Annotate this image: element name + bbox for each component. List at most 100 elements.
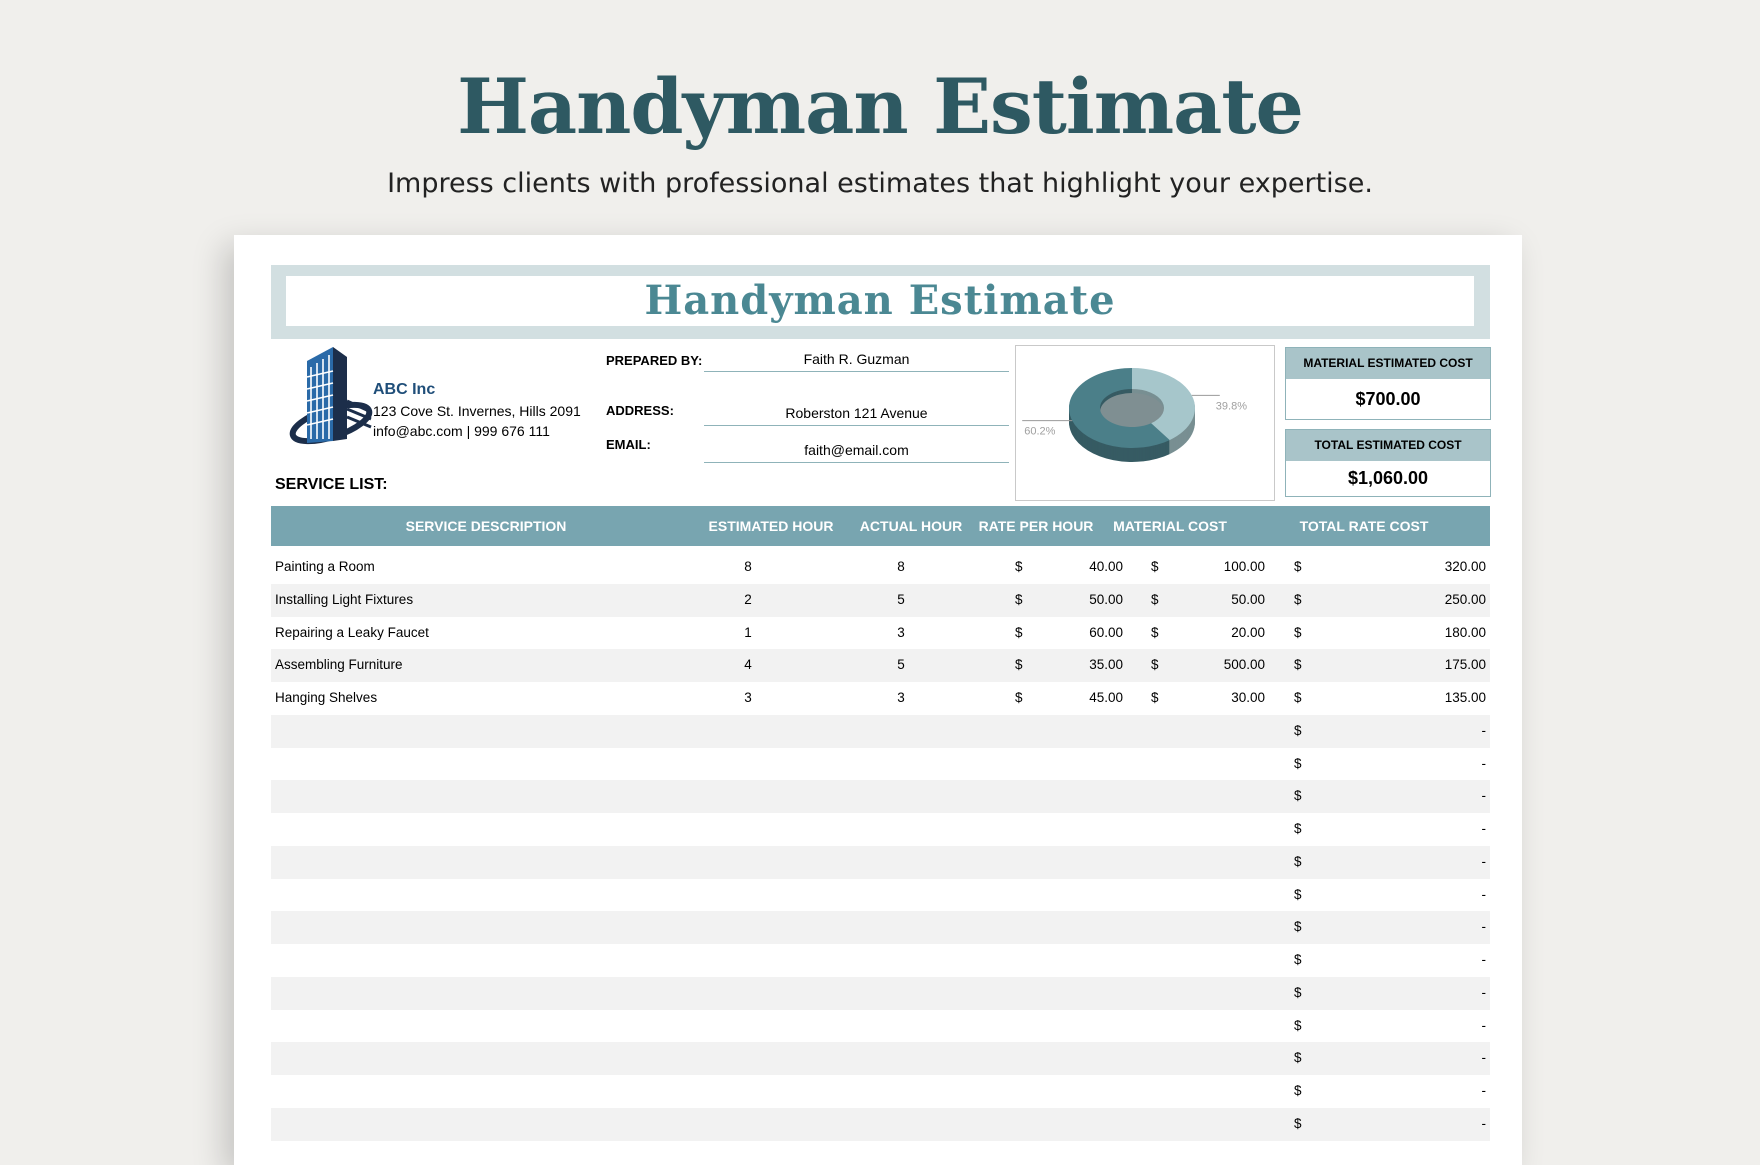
cell-total-rate-cost: - <box>1481 1115 1487 1131</box>
cell-currency: $ <box>1294 788 1302 804</box>
cell-estimated-hour: 4 <box>744 657 752 673</box>
cell-total-rate-cost: - <box>1481 984 1487 1000</box>
title-band: Handyman Estimate <box>271 265 1490 339</box>
cell-currency: $ <box>1294 591 1302 607</box>
table-row: Installing Light Fixtures 2 5 $50.00 $50.00 $… <box>271 583 1490 617</box>
slice-label: 60.2% <box>1024 426 1055 438</box>
address-field[interactable]: Roberston 121 Avenue <box>704 405 1009 426</box>
cell-total-rate-cost: 175.00 <box>1444 657 1486 673</box>
cell-total-rate-cost: - <box>1481 1050 1487 1066</box>
cell-material-cost: 100.00 <box>1223 559 1265 574</box>
cell-material-cost: 500.00 <box>1223 657 1265 673</box>
cell-currency: $ <box>1294 657 1302 673</box>
cell-actual-hour: 5 <box>897 657 905 673</box>
cell-currency: $ <box>1294 559 1302 574</box>
prepared-by-field[interactable]: Faith R. Guzman <box>704 351 1009 372</box>
total-cost-label: TOTAL ESTIMATED COST <box>1286 430 1490 461</box>
title-box: Handyman Estimate <box>286 276 1474 326</box>
email-label: EMAIL: <box>606 437 651 452</box>
company-contact: info@abc.com | 999 676 111 <box>373 423 550 439</box>
address-label: ADDRESS: <box>606 403 674 418</box>
cell-currency: $ <box>1294 919 1302 935</box>
cell-currency: $ <box>1294 984 1302 1000</box>
table-row: $ - <box>271 714 1490 748</box>
company-name: ABC Inc <box>373 381 436 398</box>
cell-currency: $ <box>1294 690 1302 705</box>
cell-total-rate-cost: - <box>1481 886 1487 902</box>
cell-material-cost: 50.00 <box>1231 591 1265 607</box>
cell-estimated-hour: 8 <box>744 559 752 574</box>
cell-rate-per-hour: 50.00 <box>1089 591 1123 607</box>
cell-total-rate-cost: - <box>1481 1017 1487 1033</box>
cell-rate-per-hour: 40.00 <box>1089 559 1123 574</box>
total-cost-card: TOTAL ESTIMATED COST $1,060.00 <box>1285 429 1491 497</box>
cell-currency: $ <box>1294 755 1302 771</box>
cell-currency: $ <box>1151 559 1159 574</box>
cell-actual-hour: 8 <box>897 559 905 574</box>
cell-currency: $ <box>1015 591 1023 607</box>
cell-estimated-hour: 2 <box>744 591 752 607</box>
col-service-description: SERVICE DESCRIPTION <box>405 518 567 534</box>
prepared-by-label: PREPARED BY: <box>606 353 703 368</box>
cell-currency: $ <box>1151 657 1159 673</box>
building-logo-icon <box>289 347 373 445</box>
cell-estimated-hour: 1 <box>744 624 752 640</box>
hero-title: Handyman Estimate <box>457 62 1304 151</box>
donut-svg: 39.8% 60.2% <box>1022 368 1247 462</box>
cell-currency: $ <box>1294 1050 1302 1066</box>
cell-actual-hour: 3 <box>897 624 905 640</box>
cell-currency: $ <box>1294 821 1302 836</box>
cell-currency: $ <box>1015 624 1023 640</box>
table-row: $ - <box>271 1010 1490 1043</box>
sheet-title: Handyman Estimate <box>644 277 1116 324</box>
table-header: SERVICE DESCRIPTION ESTIMATED HOUR ACTUA… <box>271 506 1490 546</box>
cell-actual-hour: 3 <box>897 690 905 705</box>
service-list-label: SERVICE LIST: <box>275 476 388 493</box>
cell-actual-hour: 5 <box>897 591 905 607</box>
col-total-rate-cost: TOTAL RATE COST <box>1299 518 1429 534</box>
cell-total-rate-cost: 180.00 <box>1444 624 1486 640</box>
table-row: $ - <box>271 1042 1490 1075</box>
cell-total-rate-cost: - <box>1481 722 1487 738</box>
cell-total-rate-cost: - <box>1481 755 1487 771</box>
cell-rate-per-hour: 60.00 <box>1089 624 1123 640</box>
col-actual-hour: ACTUAL HOUR <box>859 518 963 534</box>
table-row: $ - <box>271 944 1490 977</box>
table-row: Repairing a Leaky Faucet 1 3 $60.00 $20.00 $1… <box>271 617 1490 650</box>
cell-total-rate-cost: 250.00 <box>1444 591 1486 607</box>
table-row: Painting a Room 8 8 $40.00 $100.00 $320.00 <box>271 551 1490 584</box>
cell-currency: $ <box>1151 591 1159 607</box>
cell-currency: $ <box>1294 952 1302 967</box>
cell-currency: $ <box>1294 624 1302 640</box>
material-cost-card: MATERIAL ESTIMATED COST $700.00 <box>1285 347 1491 420</box>
cell-material-cost: 20.00 <box>1231 624 1265 640</box>
col-rate-per-hour: RATE PER HOUR <box>978 518 1094 534</box>
cell-currency: $ <box>1015 559 1023 574</box>
table-row: $ - <box>271 1107 1490 1141</box>
table-row: Assembling Furniture 4 5 $35.00 $500.00 $175.… <box>271 649 1490 682</box>
table-row: $ - <box>271 845 1490 879</box>
cell-currency: $ <box>1294 722 1302 738</box>
cost-donut-chart: 39.8% 60.2% <box>1015 345 1275 501</box>
email-field[interactable]: faith@email.com <box>704 442 1009 463</box>
cell-total-rate-cost: - <box>1481 788 1487 804</box>
cell-total-rate-cost: - <box>1481 1083 1487 1098</box>
table-row: $ - <box>271 1075 1490 1108</box>
table-row: $ - <box>271 879 1490 912</box>
table-row: $ - <box>271 911 1490 944</box>
table-row: Hanging Shelves 3 3 $45.00 $30.00 $135.00 <box>271 682 1490 715</box>
estimate-sheet: Handyman Estimate ABC Inc 123 Cove St. I… <box>234 235 1522 1165</box>
cell-total-rate-cost: - <box>1481 821 1487 836</box>
cell-total-rate-cost: 320.00 <box>1444 559 1486 574</box>
cell-total-rate-cost: - <box>1481 853 1487 869</box>
cell-currency: $ <box>1015 690 1023 705</box>
table-row: $ - <box>271 976 1490 1010</box>
cell-currency: $ <box>1294 886 1302 902</box>
cell-currency: $ <box>1151 624 1159 640</box>
table-row: $ - <box>271 813 1490 846</box>
total-cost-value: $1,060.00 <box>1347 468 1429 488</box>
cell-currency: $ <box>1015 657 1023 673</box>
cell-total-rate-cost: - <box>1481 952 1487 967</box>
cell-description: Assembling Furniture <box>275 657 403 673</box>
table-body: Painting a Room 8 8 $40.00 $100.00 $320.00 Ins… <box>271 551 1490 1141</box>
